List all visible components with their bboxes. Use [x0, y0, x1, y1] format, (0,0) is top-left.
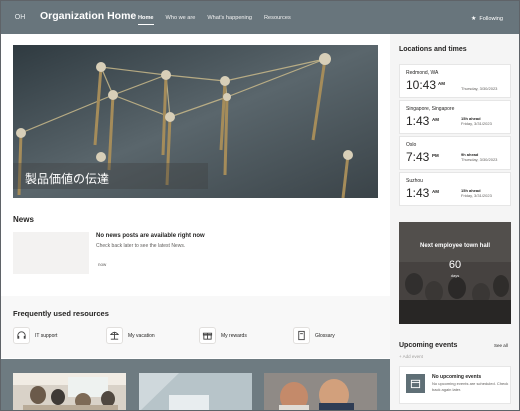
nav-who-we-are[interactable]: Who we are — [166, 15, 196, 25]
quick-link-my-vacation[interactable]: My vacation — [106, 327, 155, 344]
world-clock-redmond: Redmond, WA 10:43 AM Thursday, 3/30/2023 — [399, 64, 511, 98]
quick-link-my-rewards[interactable]: My rewards — [199, 327, 247, 344]
gift-icon — [199, 327, 216, 344]
meeting-photo — [13, 373, 126, 410]
clock-time: 7:43 — [406, 150, 430, 164]
clock-date: Thursday, 3/30/2023 — [461, 157, 498, 162]
clock-date: Friday, 3/31/2023 — [461, 193, 492, 198]
events-empty-subtext: No upcoming events are scheduled. Check … — [432, 381, 509, 392]
nav-resources[interactable]: Resources — [264, 15, 291, 25]
clock-city: Suzhou — [406, 178, 423, 184]
following-label: Following — [479, 16, 504, 22]
clock-city: Singapore, Singapore — [406, 106, 455, 112]
events-empty-heading: No upcoming events — [432, 374, 482, 380]
hero-caption[interactable]: 製品価値の伝達 — [25, 170, 109, 187]
calendar-icon — [406, 374, 425, 393]
quick-link-label: IT support — [35, 332, 58, 339]
world-clock-suzhou: Suzhou 1:43 AM 15h ahead Friday, 3/31/20… — [399, 172, 511, 206]
clock-ampm: AM — [432, 189, 439, 194]
site-title[interactable]: Organization Home — [40, 10, 136, 22]
locations-title: Locations and times — [399, 46, 467, 53]
news-placeholder-thumbnail — [13, 232, 89, 274]
clock-time: 1:43 — [406, 114, 430, 128]
quick-link-it-support[interactable]: IT support — [13, 327, 57, 344]
quick-link-label: My rewards — [221, 332, 247, 339]
book-icon — [293, 327, 310, 344]
quick-link-label: My vacation — [128, 332, 155, 339]
hero-card-people[interactable] — [264, 373, 377, 410]
nav-home[interactable]: Home — [138, 15, 154, 25]
office-photo — [139, 373, 252, 410]
nav-whats-happening[interactable]: What's happening — [207, 15, 252, 25]
headset-icon — [13, 327, 30, 344]
news-empty-subtext: Check back later to see the latest News. — [96, 243, 186, 249]
see-all-link[interactable]: See all — [494, 343, 508, 348]
site-header: OH Organization Home Home Who we are Wha… — [1, 1, 519, 34]
clock-meta: 15h ahead Friday, 3/31/2023 — [461, 188, 492, 198]
clock-ampm: AM — [432, 117, 439, 122]
following-button[interactable]: ★ Following — [471, 15, 503, 22]
clock-meta: 9h ahead Thursday, 3/30/2023 — [461, 152, 497, 162]
clock-meta: 15h ahead Friday, 3/31/2023 — [461, 116, 492, 126]
clock-city: Redmond, WA — [406, 70, 439, 76]
clock-time: 10:43 — [406, 78, 437, 92]
sharepoint-page: OH Organization Home Home Who we are Wha… — [0, 0, 520, 411]
people-photo — [264, 373, 377, 410]
clock-date: Thursday, 3/30/2023 — [461, 86, 498, 91]
news-timestamp: now — [98, 262, 107, 267]
clock-city: Oslo — [406, 142, 417, 148]
frequent-resources-title: Frequently used resources — [13, 309, 109, 318]
events-empty-card: No upcoming events No upcoming events ar… — [399, 366, 511, 404]
clock-ampm: PM — [432, 153, 439, 158]
hero-image[interactable]: 製品価値の伝達 — [13, 45, 378, 198]
hero-card-office[interactable] — [139, 373, 252, 410]
countdown-number: 60 — [448, 259, 462, 271]
star-icon: ★ — [471, 16, 477, 22]
news-title: News — [13, 215, 34, 224]
quick-link-label: Glossary — [315, 332, 335, 339]
quick-link-glossary[interactable]: Glossary — [293, 327, 335, 344]
events-title: Upcoming events — [399, 342, 458, 349]
site-logo[interactable]: OH — [10, 9, 30, 27]
world-clock-singapore: Singapore, Singapore 1:43 AM 15h ahead F… — [399, 100, 511, 134]
countdown-timer[interactable]: Next employee town hall 60 days — [399, 222, 511, 324]
clock-ampm: AM — [438, 81, 445, 86]
world-clock-oslo: Oslo 7:43 PM 9h ahead Thursday, 3/30/202… — [399, 136, 511, 170]
countdown-title: Next employee town hall — [419, 243, 491, 249]
clock-date: Friday, 3/31/2023 — [461, 121, 492, 126]
top-nav: Home Who we are What's happening Resourc… — [138, 15, 303, 25]
add-event-button[interactable]: + Add event — [399, 354, 423, 359]
countdown-unit: days — [450, 273, 460, 278]
news-empty-heading: No news posts are available right now — [96, 233, 205, 239]
beach-icon — [106, 327, 123, 344]
clock-time: 1:43 — [406, 186, 430, 200]
hero-card-meeting[interactable] — [13, 373, 126, 410]
